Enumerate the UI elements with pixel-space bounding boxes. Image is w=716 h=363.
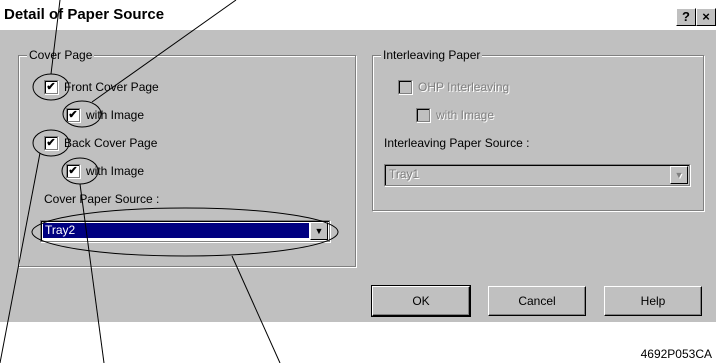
title-bar: Detail of Paper Source ? × — [0, 0, 716, 30]
cancel-button[interactable]: Cancel — [488, 286, 586, 316]
back-with-image-checkbox[interactable]: ✔ with Image — [66, 164, 144, 178]
cover-paper-source-label: Cover Paper Source : — [44, 192, 160, 206]
front-cover-checkbox[interactable]: ✔ Front Cover Page — [44, 80, 159, 94]
help-button[interactable]: Help — [604, 286, 702, 316]
ohp-interleaving-box — [398, 80, 412, 94]
cover-paper-source-value: Tray2 — [43, 223, 309, 238]
back-with-image-check-icon: ✔ — [66, 164, 80, 178]
ohp-interleaving-checkbox[interactable]: OHP Interleaving — [398, 80, 509, 94]
chevron-down-icon[interactable]: ▼ — [310, 222, 328, 240]
front-with-image-check-icon: ✔ — [66, 108, 80, 122]
back-cover-checkbox[interactable]: ✔ Back Cover Page — [44, 136, 157, 150]
back-cover-check-icon: ✔ — [44, 136, 58, 150]
front-cover-check-icon: ✔ — [44, 80, 58, 94]
dialog-title: Detail of Paper Source — [4, 6, 165, 23]
interleaving-paper-group: Interleaving Paper — [372, 48, 704, 211]
front-cover-label: Front Cover Page — [64, 80, 159, 94]
dialog-window: Detail of Paper Source ? × Cover Page ✔ … — [0, 0, 716, 322]
interleave-with-image-box — [416, 108, 430, 122]
back-with-image-label: with Image — [86, 164, 145, 178]
ohp-interleaving-label: OHP Interleaving — [418, 80, 510, 94]
cover-paper-source-select[interactable]: Tray2 ▼ — [40, 220, 330, 242]
interleave-with-image-label: with Image — [436, 108, 495, 122]
interleave-with-image-checkbox[interactable]: with Image — [416, 108, 494, 122]
interleaving-paper-legend: Interleaving Paper — [381, 48, 483, 62]
help-title-button[interactable]: ? — [676, 8, 696, 26]
front-with-image-checkbox[interactable]: ✔ with Image — [66, 108, 144, 122]
ok-button[interactable]: OK — [371, 285, 471, 317]
cover-page-legend: Cover Page — [27, 48, 95, 62]
interleaving-source-label: Interleaving Paper Source : — [384, 136, 530, 150]
chevron-down-icon[interactable]: ▼ — [670, 166, 688, 184]
interleaving-source-value: Tray1 — [389, 167, 420, 181]
front-with-image-label: with Image — [86, 108, 145, 122]
close-button[interactable]: × — [696, 8, 716, 26]
back-cover-label: Back Cover Page — [64, 136, 158, 150]
interleaving-source-select[interactable]: Tray1 ▼ — [384, 164, 690, 186]
figure-caption: 4692P053CA — [640, 347, 712, 361]
